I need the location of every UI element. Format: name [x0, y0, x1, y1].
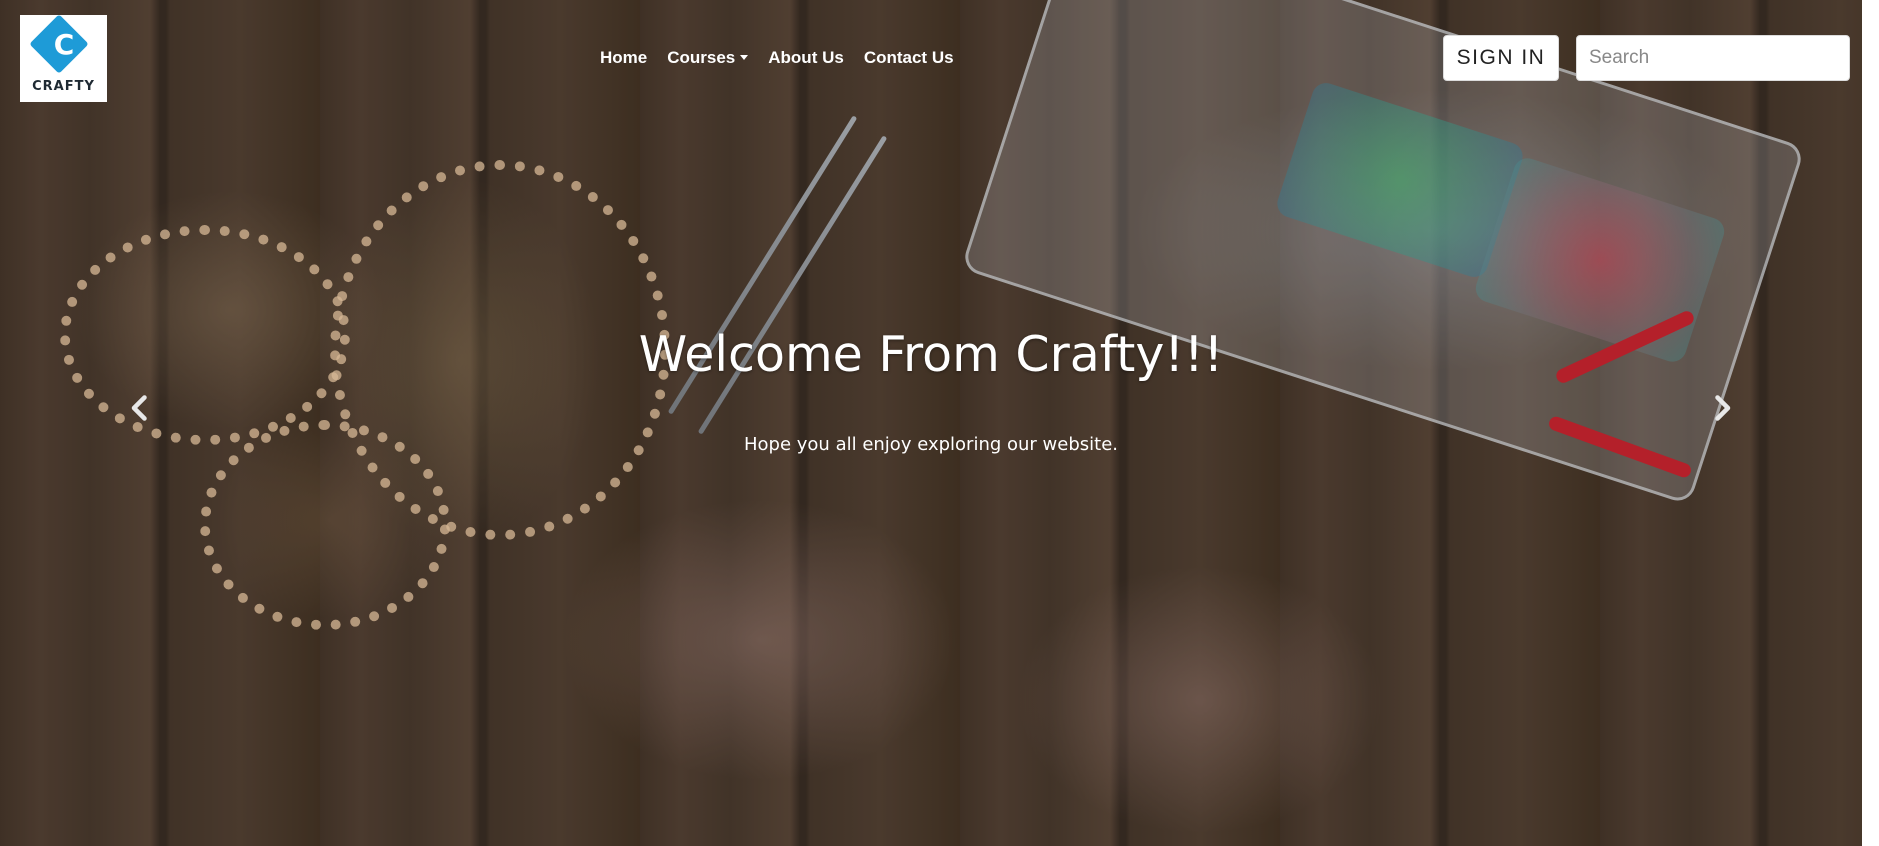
nav-home[interactable]: Home — [600, 48, 647, 68]
logo-text: CRAFTY — [32, 79, 95, 94]
carousel-prev-button[interactable] — [122, 390, 158, 426]
search-input[interactable] — [1576, 35, 1850, 81]
hero-subtitle: Hope you all enjoy exploring our website… — [744, 434, 1118, 455]
hero-title: Welcome From Crafty!!! — [638, 326, 1224, 383]
nav-courses-label: Courses — [667, 48, 736, 67]
crafty-logo[interactable]: C CRAFTY — [20, 14, 107, 102]
main-nav: Home Courses About Us Contact Us — [600, 48, 954, 68]
hero-image-tweezers-2 — [697, 135, 888, 435]
logo-letter: C — [53, 28, 75, 61]
nav-courses-dropdown[interactable]: Courses — [667, 48, 749, 68]
sign-in-button[interactable]: SIGN IN — [1443, 35, 1559, 81]
page-edge — [1862, 0, 1879, 846]
carousel-next-button[interactable] — [1704, 390, 1740, 426]
caret-down-icon — [740, 55, 749, 60]
nav-contact[interactable]: Contact Us — [864, 48, 954, 68]
nav-about[interactable]: About Us — [768, 48, 844, 68]
hero-carousel — [0, 0, 1862, 846]
chevron-left-icon — [131, 395, 147, 421]
chevron-right-icon — [1715, 395, 1731, 421]
